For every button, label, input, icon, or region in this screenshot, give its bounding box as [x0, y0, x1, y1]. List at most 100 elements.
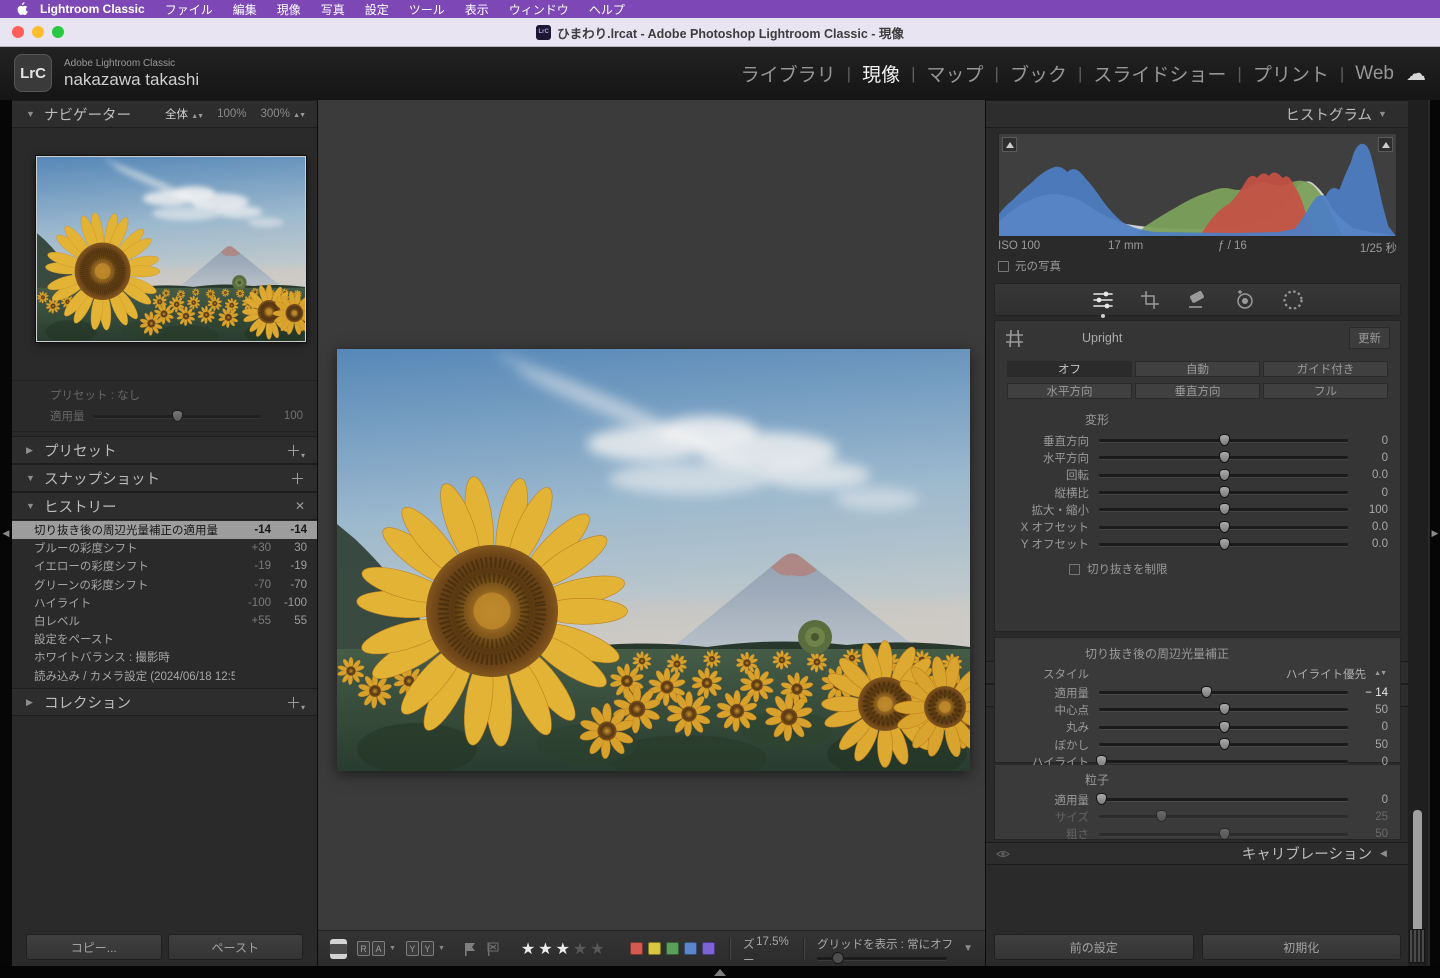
before-after-tb-icon[interactable]: YY▼	[406, 941, 445, 956]
history-panel-header[interactable]: ▼ヒストリー✕	[12, 492, 317, 520]
collapse-triangle-icon[interactable]: ▼	[26, 109, 44, 119]
menubar-item[interactable]: ヘルプ	[589, 3, 625, 17]
original-photo-row[interactable]: 元の写真	[998, 258, 1061, 274]
color-label-swatch[interactable]	[666, 942, 679, 955]
right-panel-collapse-arrow[interactable]: ▶	[1430, 100, 1440, 966]
module-tab-プリント[interactable]: プリント	[1253, 60, 1329, 87]
original-photo-checkbox[interactable]	[998, 261, 1009, 272]
collapse-triangle-icon[interactable]: ◀	[1380, 848, 1398, 859]
right-panel-scrollbar[interactable]	[1408, 100, 1428, 966]
navigator-header[interactable]: ▼ ナビゲーター 全体 ▲▼ 100% 300% ▲▼	[12, 100, 317, 128]
shadow-clipping-indicator[interactable]	[1002, 137, 1017, 152]
slider-track[interactable]	[1099, 491, 1348, 494]
slider-thumb[interactable]	[1219, 486, 1230, 498]
menubar-item[interactable]: ツール	[409, 3, 445, 17]
slider-track[interactable]	[1099, 798, 1348, 801]
add-preset-icon[interactable]: ＋▾	[286, 440, 305, 461]
slider-track[interactable]	[1099, 508, 1348, 511]
slider-thumb[interactable]	[1219, 434, 1230, 446]
histogram-display[interactable]	[998, 133, 1397, 237]
menubar-item[interactable]: ファイル	[165, 3, 213, 17]
slider-track[interactable]	[1099, 743, 1348, 746]
slider-thumb[interactable]	[1219, 538, 1230, 550]
slider-thumb[interactable]	[1219, 451, 1230, 463]
star-icon[interactable]: ★	[521, 941, 538, 958]
filmstrip-reveal-bar[interactable]	[0, 966, 1440, 978]
module-tab-マップ[interactable]: マップ	[927, 60, 984, 87]
cloud-sync-icon[interactable]: ☁	[1406, 61, 1426, 86]
navigator-preview[interactable]	[36, 156, 306, 342]
snapshots-panel-header[interactable]: ▼スナップショット＋	[12, 464, 317, 492]
panel-resize-grip[interactable]	[1409, 929, 1425, 963]
slider-track[interactable]	[1099, 474, 1348, 477]
close-window-button[interactable]	[12, 26, 24, 38]
style-value[interactable]: ハイライト優先	[1286, 666, 1366, 682]
histogram-header[interactable]: ヒストグラム ▼	[986, 100, 1408, 128]
upright-update-button[interactable]: 更新	[1349, 327, 1390, 349]
module-tab-ブック[interactable]: ブック	[1010, 60, 1067, 87]
add-collection-icon[interactable]: ＋▾	[286, 692, 305, 713]
color-label-swatch[interactable]	[630, 942, 643, 955]
apple-menu-icon[interactable]	[16, 2, 28, 16]
presets-panel-header[interactable]: ▶プリセット＋▾	[12, 436, 317, 464]
upright-mode-button[interactable]: オフ	[1007, 361, 1132, 377]
clear-history-icon[interactable]: ✕	[295, 499, 305, 513]
copy-button[interactable]: コピー...	[26, 934, 162, 960]
slider-thumb[interactable]	[1096, 793, 1107, 805]
module-tab-ライブラリ[interactable]: ライブラリ	[741, 60, 836, 87]
previous-settings-button[interactable]: 前の設定	[994, 934, 1194, 960]
slider-track[interactable]	[1099, 833, 1348, 836]
slider-track[interactable]	[1099, 456, 1348, 459]
slider-thumb[interactable]	[1219, 469, 1230, 481]
masking-tool-icon[interactable]	[1281, 288, 1305, 312]
menubar-app-name[interactable]: Lightroom Classic	[40, 2, 145, 16]
left-panel-collapse-arrow[interactable]: ◀	[0, 100, 12, 966]
reject-flag-icon[interactable]	[486, 942, 501, 956]
menubar-item[interactable]: 表示	[465, 3, 489, 17]
slider-thumb[interactable]	[1219, 721, 1230, 733]
slider-thumb[interactable]	[1219, 828, 1230, 840]
constrain-crop-checkbox[interactable]	[1069, 564, 1080, 575]
slider-track[interactable]	[1099, 526, 1348, 529]
preset-amount-slider[interactable]	[93, 415, 262, 418]
history-row[interactable]: イエローの彩度シフト-19-19	[12, 557, 317, 575]
photo-canvas[interactable]	[337, 349, 970, 771]
history-row[interactable]: グリーンの彩度シフト-70-70	[12, 576, 317, 594]
slider-track[interactable]	[1099, 815, 1348, 818]
module-tab-スライドショー[interactable]: スライドショー	[1093, 60, 1226, 87]
constrain-crop-row[interactable]: 切り抜きを制限	[1069, 561, 1400, 577]
highlight-clipping-indicator[interactable]	[1378, 137, 1393, 152]
slider-track[interactable]	[1099, 691, 1348, 694]
slider-track[interactable]	[1099, 708, 1348, 711]
slider-thumb[interactable]	[1219, 703, 1230, 715]
module-tab-現像[interactable]: 現像	[862, 60, 900, 87]
slider-thumb[interactable]	[1219, 521, 1230, 533]
upright-mode-button[interactable]: 自動	[1135, 361, 1260, 377]
navigator-zoom-300-option[interactable]: 300% ▲▼	[261, 108, 305, 120]
healing-tool-icon[interactable]	[1185, 289, 1209, 311]
upright-mode-button[interactable]: フル	[1263, 383, 1388, 399]
loupe-view-icon[interactable]	[330, 939, 347, 959]
menubar-item[interactable]: ウィンドウ	[509, 3, 569, 17]
slider-thumb[interactable]	[1219, 503, 1230, 515]
slider-track[interactable]	[1099, 439, 1348, 442]
minimize-window-button[interactable]	[32, 26, 44, 38]
menubar-item[interactable]: 現像	[277, 3, 301, 17]
history-row[interactable]: 設定をペースト	[12, 630, 317, 648]
slider-track[interactable]	[1099, 543, 1348, 546]
history-row[interactable]: ホワイトバランス : 撮影時	[12, 648, 317, 666]
navigator-fit-option[interactable]: 全体 ▲▼	[165, 106, 203, 122]
collapse-triangle-icon[interactable]: ▼	[1378, 109, 1396, 119]
star-icon[interactable]: ★	[538, 941, 555, 958]
zoom-window-button[interactable]	[52, 26, 64, 38]
slider-thumb[interactable]	[1219, 738, 1230, 750]
navigator-zoom-100-option[interactable]: 100%	[217, 108, 246, 120]
menubar-item[interactable]: 編集	[233, 3, 257, 17]
grid-label[interactable]: グリッドを表示 : 常にオフ	[817, 936, 947, 952]
reset-button[interactable]: 初期化	[1202, 934, 1402, 960]
upright-mode-button[interactable]: 垂直方向	[1135, 383, 1260, 399]
red-eye-tool-icon[interactable]	[1233, 289, 1257, 311]
history-row[interactable]: 白レベル+5555	[12, 612, 317, 630]
add-snapshot-icon[interactable]: ＋	[290, 468, 305, 489]
slider-track[interactable]	[1099, 726, 1348, 729]
